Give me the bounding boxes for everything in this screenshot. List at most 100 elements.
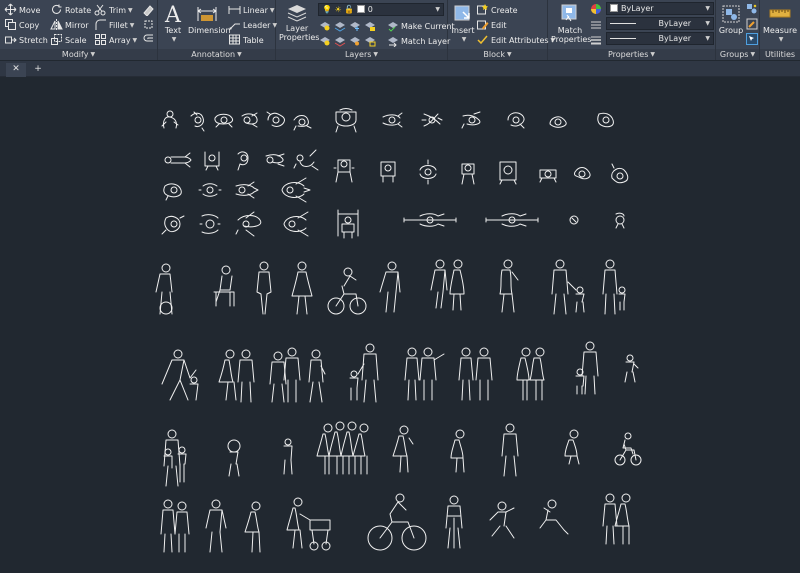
standing-couple[interactable] [218, 349, 255, 403]
top-view-person[interactable] [421, 113, 443, 127]
top-view-person[interactable] [611, 163, 629, 184]
top-view-person-walking[interactable] [281, 177, 311, 203]
top-view-person-gym[interactable] [337, 209, 359, 239]
top-view-seated-person[interactable] [335, 108, 357, 133]
top-view-person[interactable] [293, 115, 312, 131]
top-view-person[interactable] [161, 215, 185, 235]
linetype-icon[interactable] [590, 19, 602, 33]
top-view-person[interactable] [597, 112, 614, 128]
standing-person[interactable] [205, 499, 227, 553]
adult-with-child[interactable] [575, 341, 599, 395]
lineweight-icon[interactable] [590, 34, 602, 48]
create-block-tool[interactable]: Create [476, 3, 518, 17]
properties-panel-title[interactable]: Properties ▼ [548, 49, 715, 60]
linear-tool[interactable]: Linear ▼ [228, 3, 275, 17]
top-view-person-chair[interactable] [461, 163, 475, 185]
running-person[interactable] [489, 501, 515, 539]
mirror-tool[interactable]: Mirror [50, 18, 89, 32]
group-of-people[interactable] [163, 429, 187, 487]
seated-person-floor[interactable] [539, 499, 569, 535]
people-blocks-drawing[interactable] [0, 78, 800, 573]
standing-couple[interactable] [404, 347, 445, 401]
copy-tool[interactable]: Copy [4, 18, 39, 32]
layer-lock-icon[interactable] [363, 19, 376, 32]
seated-person[interactable] [213, 265, 235, 307]
top-view-person[interactable] [539, 169, 557, 183]
group-edit-icon[interactable] [746, 18, 758, 32]
standing-person[interactable] [291, 261, 313, 315]
standing-couple[interactable] [430, 259, 465, 311]
block-panel-title[interactable]: Block ▼ [448, 49, 547, 60]
top-view-person-walking[interactable] [235, 181, 259, 199]
group-of-women[interactable] [316, 421, 369, 475]
dimension-tool[interactable]: Dimension [188, 3, 231, 35]
top-view-person[interactable] [163, 183, 182, 201]
stretch-tool[interactable]: Stretch [4, 33, 48, 47]
leader-tool[interactable]: Leader ▼ [228, 18, 277, 32]
standing-couple[interactable] [269, 347, 301, 403]
person-with-stroller[interactable] [286, 497, 331, 551]
layer-freeze-icon[interactable] [348, 19, 361, 32]
layer-thaw-icon[interactable] [348, 34, 361, 47]
ungroup-icon[interactable] [746, 3, 758, 17]
adult-with-child[interactable] [349, 343, 379, 403]
layer-isolate-icon[interactable] [333, 19, 346, 32]
layer-off-icon[interactable] [318, 19, 331, 32]
group-tool[interactable]: Group [718, 3, 744, 35]
child[interactable] [283, 438, 293, 475]
standing-couple[interactable] [602, 493, 631, 545]
new-tab-button[interactable]: + [30, 63, 46, 77]
erase-tool[interactable] [142, 3, 157, 17]
fillet-dropdown-icon[interactable]: ▼ [130, 19, 135, 33]
color-wheel-icon[interactable] [590, 3, 602, 17]
close-tab-button[interactable]: ✕ [6, 63, 26, 77]
person-walking-bicycle[interactable] [445, 495, 463, 549]
top-view-person[interactable] [507, 112, 525, 129]
top-view-person[interactable] [214, 113, 234, 128]
trim-tool[interactable]: Trim ▼ [94, 3, 133, 17]
top-view-person[interactable] [198, 183, 222, 197]
fillet-tool[interactable]: Fillet ▼ [94, 18, 134, 32]
top-view-person[interactable] [549, 116, 567, 128]
top-view-person[interactable] [265, 153, 285, 167]
standing-person[interactable] [308, 349, 326, 403]
standing-person[interactable] [501, 423, 519, 477]
layer-unlock-icon[interactable] [363, 34, 376, 47]
top-view-person[interactable] [574, 167, 591, 180]
standing-person[interactable] [499, 259, 519, 313]
linetype-dropdown[interactable]: ByLayer ▼ [606, 17, 714, 30]
child-with-ball[interactable] [227, 439, 241, 477]
top-view-person-small[interactable] [615, 212, 625, 229]
layer-dropdown[interactable]: 💡 ☀ 🔓 0 ▼ [318, 3, 444, 16]
top-view-person-chair[interactable] [499, 161, 517, 185]
layer-on-icon[interactable] [318, 34, 331, 47]
top-view-person[interactable] [161, 110, 179, 129]
insert-tool[interactable]: Insert ▼ [451, 3, 475, 44]
top-view-cyclist[interactable] [485, 213, 539, 227]
edit-attributes-tool[interactable]: Edit Attributes ▼ [476, 33, 555, 47]
top-view-person-lying[interactable] [293, 149, 319, 171]
lineweight-dropdown[interactable]: ByLayer ▼ [606, 32, 714, 45]
drawing-canvas[interactable] [0, 78, 800, 573]
color-dropdown[interactable]: ByLayer ▼ [606, 2, 714, 15]
adult-with-child[interactable] [551, 259, 585, 315]
annotation-panel-title[interactable]: Annotation ▼ [158, 49, 275, 60]
modify-panel-title[interactable]: Modify ▼ [0, 49, 157, 60]
cyclist-side-view[interactable] [327, 267, 367, 315]
standing-person[interactable] [392, 425, 414, 473]
edit-block-tool[interactable]: Edit [476, 18, 507, 32]
standing-person[interactable] [244, 501, 261, 553]
adult-with-child[interactable] [161, 349, 199, 401]
group-selection-icon[interactable] [746, 33, 758, 47]
top-view-person-walking[interactable] [283, 211, 309, 237]
top-view-person[interactable] [461, 111, 481, 129]
trim-dropdown-icon[interactable]: ▼ [128, 4, 133, 18]
top-view-person-small[interactable] [569, 215, 579, 225]
standing-couple[interactable] [160, 499, 190, 553]
measure-tool[interactable]: Measure ▼ [761, 3, 799, 44]
top-view-person[interactable] [382, 112, 403, 128]
child[interactable] [624, 354, 639, 383]
cyclist-side-view[interactable] [367, 493, 427, 551]
text-tool[interactable]: A Text ▼ [162, 3, 184, 44]
top-view-person[interactable] [419, 159, 437, 185]
